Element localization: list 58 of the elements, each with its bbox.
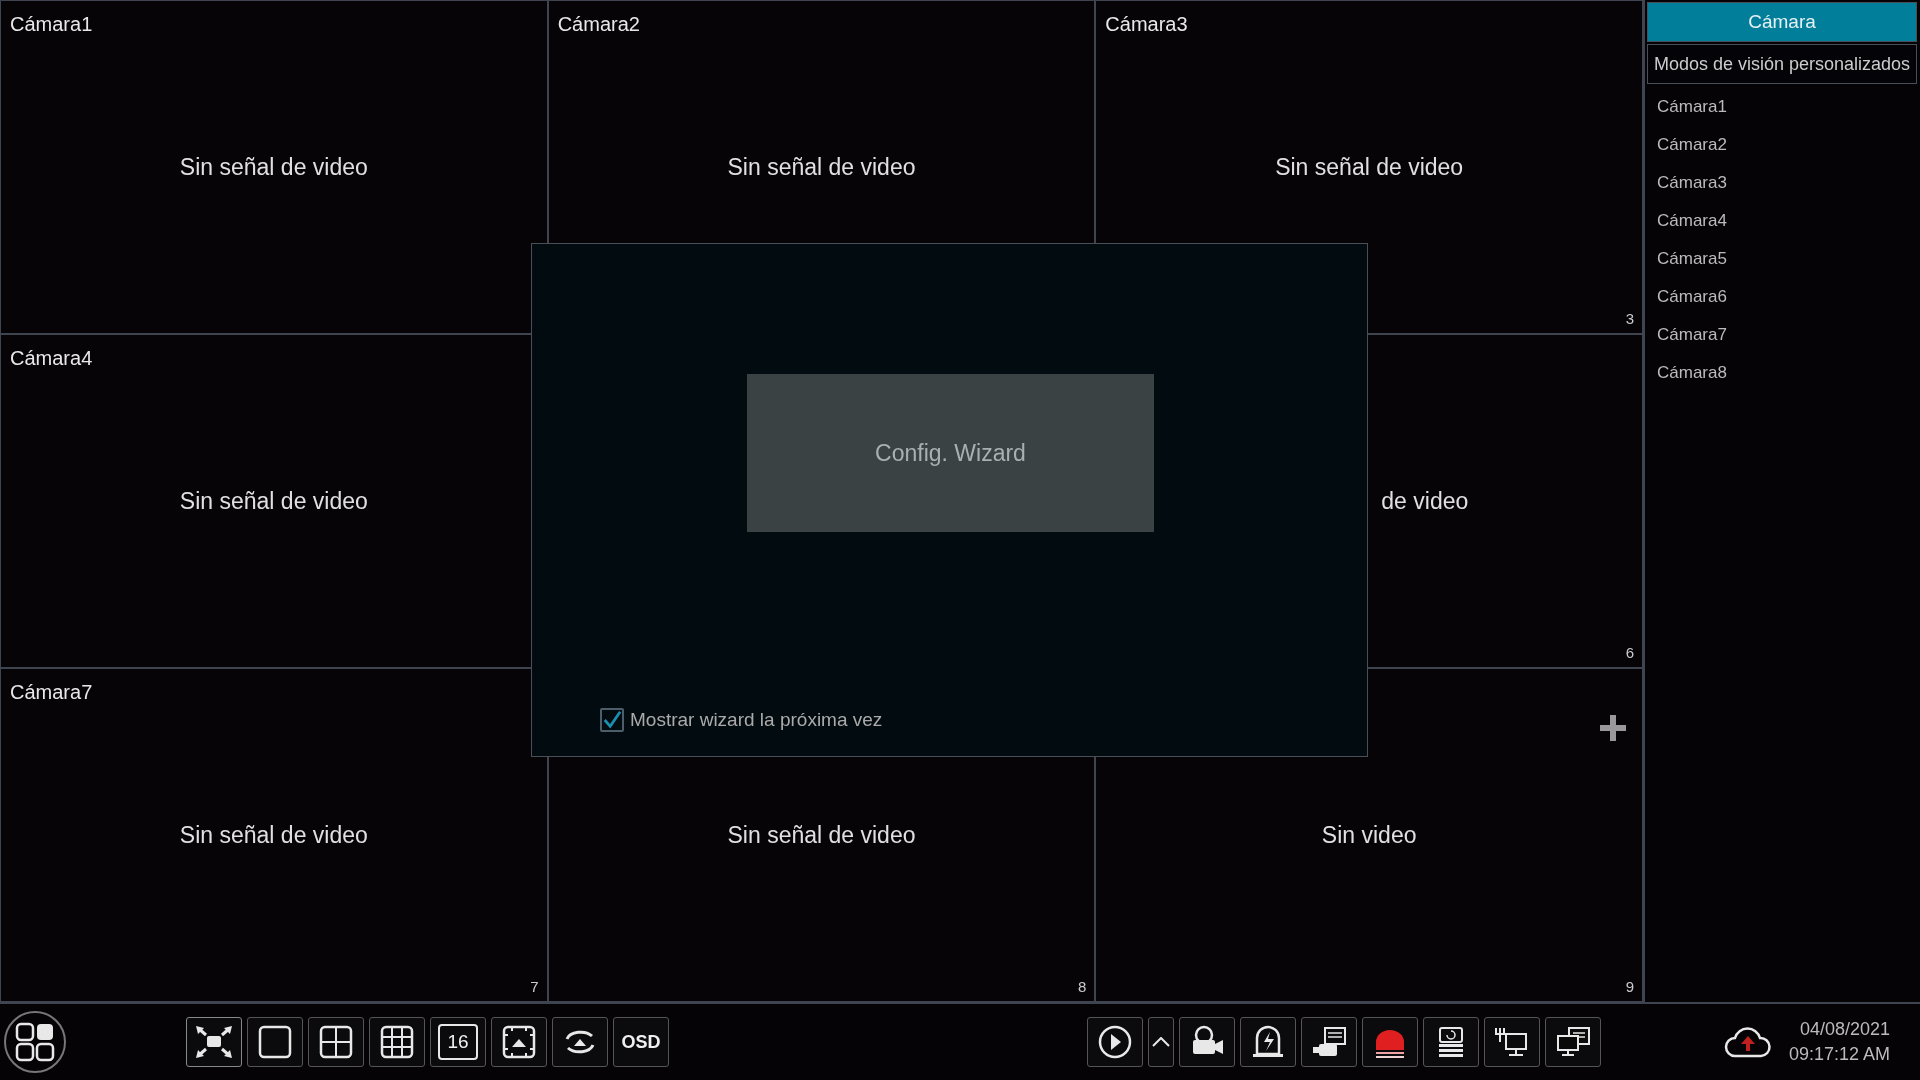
checkmark-icon (602, 709, 622, 731)
snapshot-button[interactable] (1301, 1017, 1357, 1067)
time-text: 09:17:12 AM (1788, 1043, 1890, 1066)
camera-tile[interactable]: Cámara1 Sin señal de video (0, 0, 548, 334)
siren-button[interactable] (1362, 1017, 1418, 1067)
sidebar-tab[interactable]: Modos de visión personalizados (1647, 44, 1917, 84)
nine-button[interactable] (369, 1017, 425, 1067)
camera-tile[interactable]: Cámara7 Sin señal de video 7 (0, 668, 548, 1002)
alarm-button[interactable] (1240, 1017, 1296, 1067)
sixteen-view-button[interactable]: 16 (430, 1017, 486, 1067)
camera-list-item[interactable]: Cámara5 (1647, 240, 1917, 278)
add-icon[interactable] (1600, 715, 1626, 741)
config-wizard-button[interactable]: Config. Wizard (747, 374, 1154, 532)
channel-number: 6 (1625, 644, 1634, 661)
record-button[interactable] (1179, 1017, 1235, 1067)
camera-list-item[interactable]: Cámara2 (1647, 126, 1917, 164)
camera-title: Cámara1 (10, 13, 93, 36)
disk-button[interactable] (1423, 1017, 1479, 1067)
camera-list-item[interactable]: Cámara1 (1647, 88, 1917, 126)
no-signal-message: Sin señal de video (727, 153, 916, 181)
no-signal-message: Sin señal de video (727, 821, 916, 849)
camera-list-item[interactable]: Cámara4 (1647, 202, 1917, 240)
channel-number: 8 (1078, 978, 1087, 995)
camera-list-item[interactable]: Cámara6 (1647, 278, 1917, 316)
channel-number: 3 (1625, 310, 1634, 327)
main-menu-button[interactable] (4, 1011, 66, 1073)
no-signal-message: Sin video (1321, 821, 1417, 849)
no-signal-message: Sin señal de video (1275, 153, 1464, 181)
camera-title: Cámara2 (557, 13, 640, 36)
camera-list-item[interactable]: Cámara7 (1647, 316, 1917, 354)
monitor-button[interactable] (1545, 1017, 1601, 1067)
sequence-button[interactable] (491, 1017, 547, 1067)
fullscreen-button[interactable] (186, 1017, 242, 1067)
no-signal-message: Sin señal de video (179, 821, 368, 849)
caret-button[interactable] (1148, 1017, 1174, 1067)
fullscreen-icon (194, 1024, 234, 1060)
checkbox-label: Mostrar wizard la próxima vez (630, 709, 883, 731)
camera-list-item[interactable]: Cámara3 (1647, 164, 1917, 202)
camera-list-item[interactable]: Cámara8 (1647, 354, 1917, 392)
no-signal-message: Sin señal de video (179, 153, 368, 181)
camera-title: Cámara3 (1105, 13, 1188, 36)
channel-number: 9 (1625, 978, 1634, 995)
camera-title: Cámara4 (10, 347, 93, 370)
osd-button[interactable]: OSD (613, 1017, 669, 1067)
quad-button[interactable] (308, 1017, 364, 1067)
play-button[interactable] (1087, 1017, 1143, 1067)
channel-number: 7 (530, 978, 539, 995)
cycle-button[interactable] (552, 1017, 608, 1067)
network-button[interactable] (1484, 1017, 1540, 1067)
single-button[interactable] (247, 1017, 303, 1067)
camera-title: Cámara7 (10, 681, 93, 704)
no-signal-message: Sin señal de video (179, 487, 368, 515)
checkbox[interactable] (600, 708, 624, 732)
no-signal-message: de video (1381, 487, 1469, 515)
caret-icon (1152, 1037, 1170, 1047)
date-text: 04/08/2021 (1799, 1018, 1890, 1041)
sidebar-tab[interactable]: Cámara (1647, 2, 1917, 42)
layout-grid-icon (15, 1022, 55, 1062)
